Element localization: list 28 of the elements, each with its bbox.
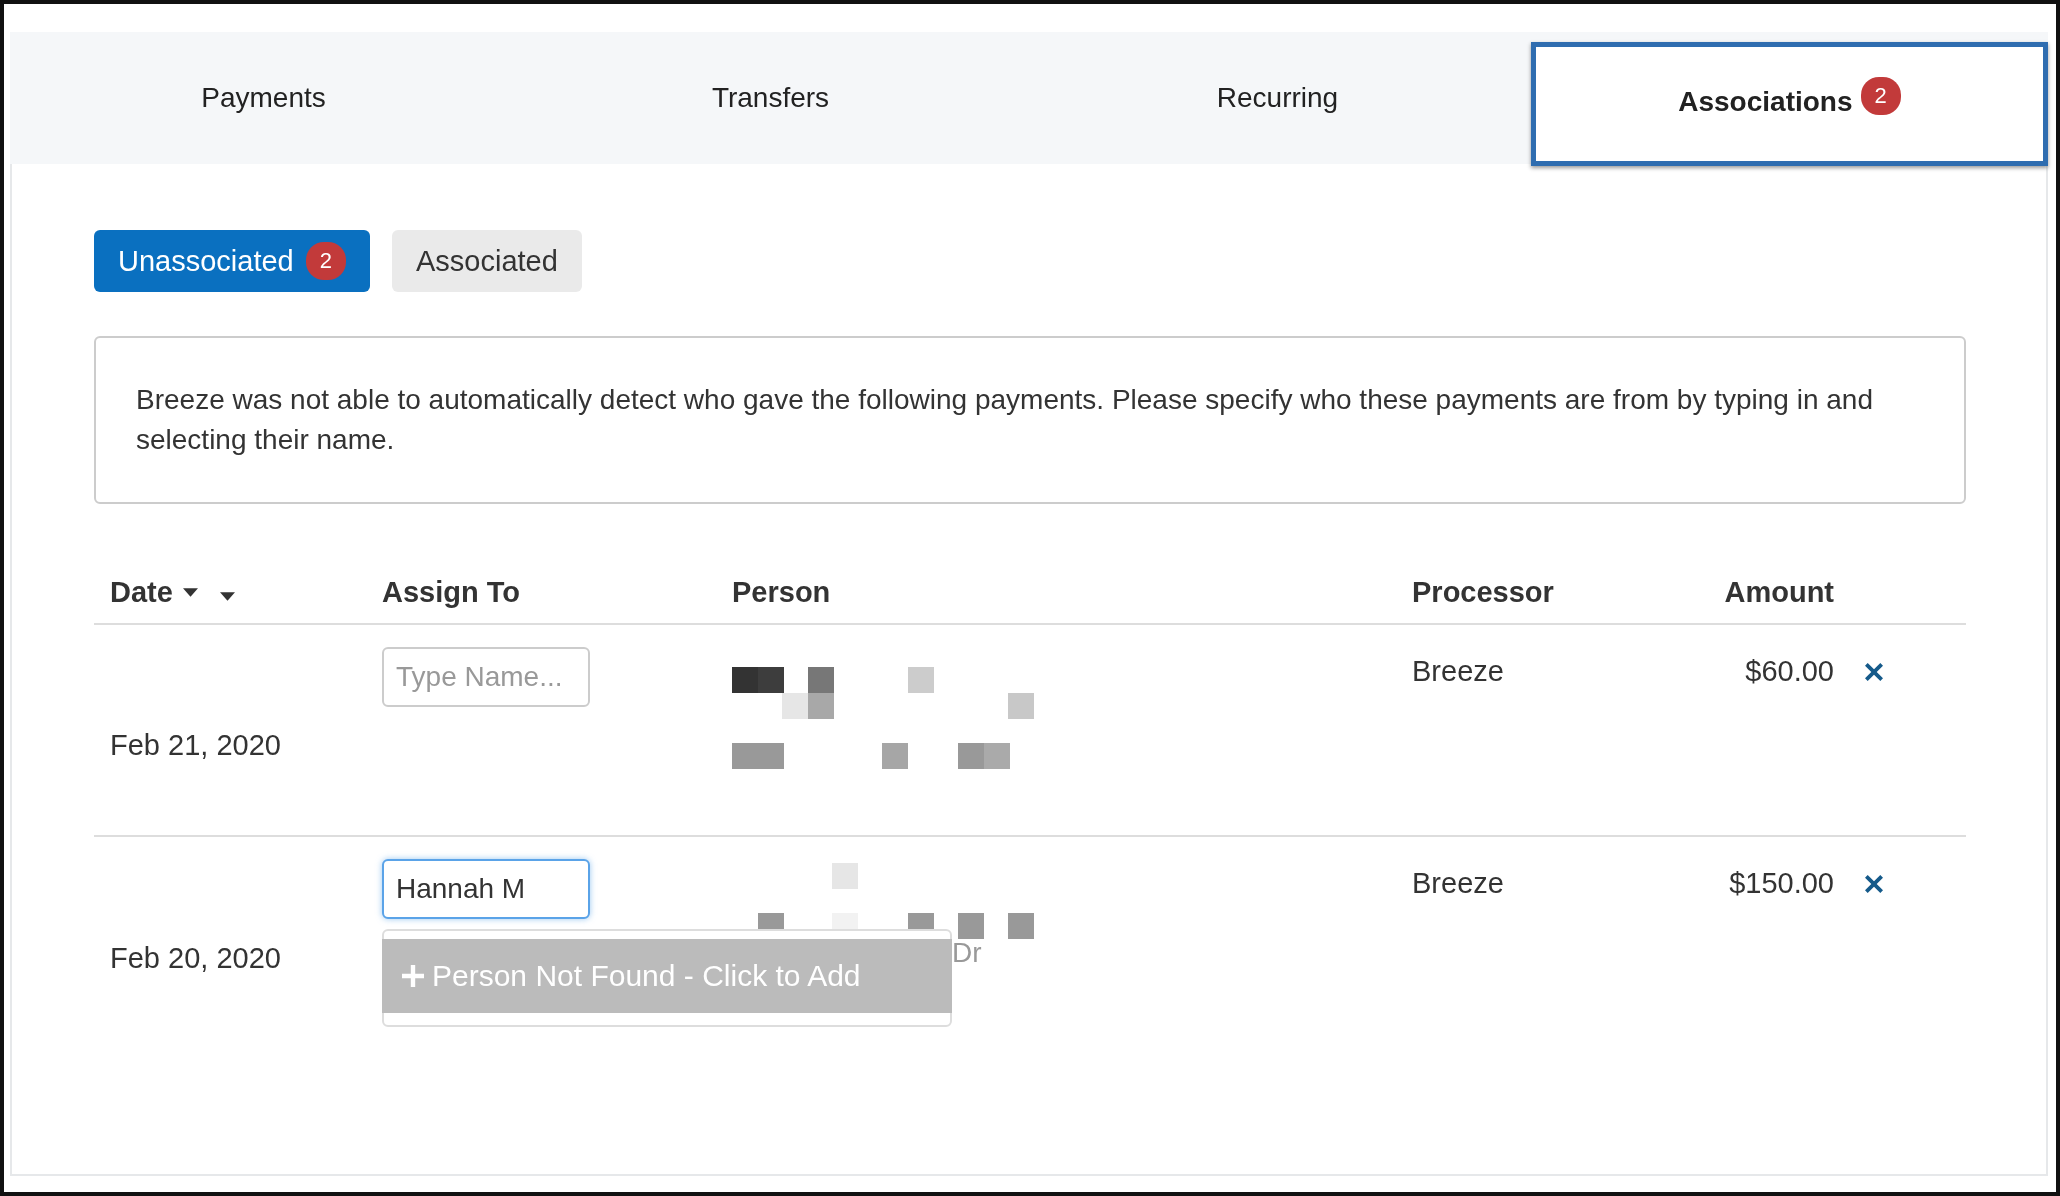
filter-button[interactable]: Unassociated 2 — [94, 230, 370, 292]
close-icon[interactable] — [1865, 875, 1883, 893]
processor-text: Breeze — [1412, 655, 1504, 687]
caret-icon[interactable] — [219, 592, 235, 601]
column-header: Assign To — [382, 576, 521, 608]
amount-text: $150.00 — [1729, 867, 1834, 900]
date-text: Feb 20, 2020 — [110, 941, 281, 975]
tab[interactable]: Recurring — [1024, 32, 1531, 164]
column-header: Amount — [1724, 576, 1834, 609]
person-text: Dr — [952, 937, 982, 969]
tab[interactable]: Associations 2 — [1531, 42, 2048, 166]
close-icon[interactable] — [1865, 663, 1883, 681]
column-header: Person — [732, 576, 831, 608]
count-badge: 2 — [305, 242, 346, 280]
tab[interactable]: Payments — [10, 32, 517, 164]
tab[interactable]: Transfers — [517, 32, 1024, 164]
name-input-field[interactable]: Type Name... — [382, 647, 590, 707]
amount-text: $60.00 — [1745, 655, 1834, 688]
name-input-field[interactable]: Hannah M — [382, 859, 590, 919]
processor-text: Breeze — [1412, 867, 1504, 899]
info-message: Breeze was not able to automatically detect who gave the following payments. Please specify who these payments are from by typing in and selecting their name. — [94, 336, 1966, 504]
count-badge: 2 — [1860, 77, 1901, 115]
caret-icon[interactable] — [182, 588, 198, 597]
plus-icon — [402, 965, 424, 987]
date-text: Feb 21, 2020 — [110, 728, 281, 762]
column-header[interactable]: Date — [110, 576, 173, 609]
column-header: Processor — [1412, 576, 1554, 608]
filter-button[interactable]: Associated — [391, 230, 582, 292]
